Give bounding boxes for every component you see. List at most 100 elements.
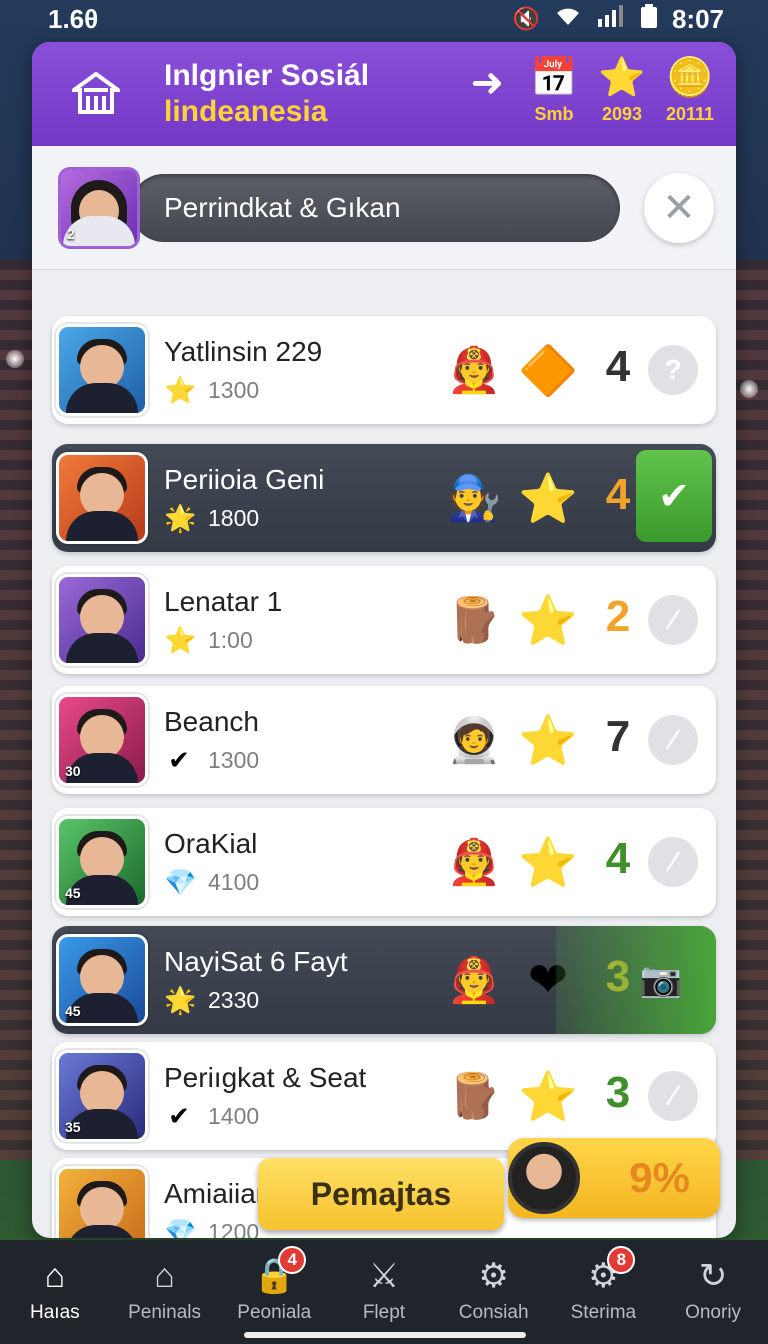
leaderboard-row[interactable]: Lenatar 1 ⭐ 1:00 🪵 ⭐ 2 ⁄ — [52, 566, 716, 674]
reward-icon: ⭐ — [518, 714, 578, 768]
player-name: Yatlinsin 229 — [164, 335, 323, 367]
header-stats: ➜ 📅 Smb ⭐ 2093 🪙 20111 — [470, 56, 718, 125]
arrow-right-icon[interactable]: ➜ — [470, 60, 504, 106]
reward-icon: ⭐ — [518, 472, 578, 526]
nav-label: Haıas — [30, 1302, 80, 1323]
rank-icon: 🌟 — [164, 984, 197, 1015]
character-icon: 🧑‍🔧 — [446, 474, 502, 523]
player-score: 1300 — [208, 746, 260, 773]
nav-label: Peninals — [128, 1302, 201, 1323]
row-action-button[interactable]: ⁄ — [648, 595, 698, 645]
player-info: NayiSat 6 Fayt 🌟 2330 — [164, 945, 444, 1016]
reward-icon: 🔶 — [518, 344, 578, 398]
nav-item[interactable]: ⌂ Peninals — [111, 1256, 219, 1344]
rank-icon: 💎 — [164, 1216, 197, 1239]
nav-item[interactable]: ⚔ Flept — [330, 1256, 438, 1344]
player-score: 1:00 — [208, 626, 253, 653]
close-button[interactable]: ✕ — [644, 172, 714, 243]
nav-item[interactable]: ⚙ Sterima 8 — [549, 1246, 657, 1344]
player-name: Beanch — [164, 705, 259, 737]
cta-button[interactable]: Pemajtas — [258, 1158, 504, 1230]
player-avatar[interactable]: 45 — [56, 934, 148, 1026]
player-score: 4100 — [208, 868, 260, 895]
leaderboard-row[interactable]: Periioia Geni 🌟 1800 🧑‍🔧 ⭐ 4 ✔ — [52, 444, 716, 552]
player-info: Beanch ✔ 1300 — [164, 705, 444, 776]
row-action-button[interactable]: 📷 — [556, 926, 716, 1034]
player-avatar[interactable] — [56, 574, 148, 666]
player-avatar[interactable] — [56, 452, 148, 544]
home-indicator[interactable] — [244, 1332, 526, 1338]
player-sub: ⭐ 1:00 — [164, 625, 444, 656]
leaderboard-row[interactable]: 45 OraKial 💎 4100 🧑‍🚒 ⭐ 4 ⁄ — [52, 808, 716, 916]
promo-avatar — [508, 1142, 580, 1214]
nav-item[interactable]: ⚙ Consiah — [440, 1256, 548, 1344]
row-action-button[interactable]: ⁄ — [648, 837, 698, 887]
player-avatar[interactable]: 45 — [56, 816, 148, 908]
nav-item[interactable]: ↻ Onoriy — [659, 1256, 767, 1344]
home-button[interactable] — [66, 64, 126, 124]
reward-icon: ⭐ — [518, 1070, 578, 1124]
avatar-body — [66, 1225, 138, 1238]
row-action-button[interactable]: ⁄ — [648, 715, 698, 765]
stadium-home-icon — [72, 72, 120, 114]
notification-badge: 8 — [607, 1246, 636, 1274]
header-title: Inlgnier Sosiál — [164, 59, 370, 92]
character-icon: 🪵 — [446, 1072, 502, 1121]
player-info: OraKial 💎 4100 — [164, 827, 444, 898]
rank-icon: ✔ — [168, 1100, 190, 1131]
panel-header: Inlgnier Sosiál lindeanesia ➜ 📅 Smb ⭐ 20… — [32, 42, 736, 146]
player-name: OraKial — [164, 827, 258, 859]
leaderboard-row[interactable]: 45 NayiSat 6 Fayt 🌟 2330 🧑‍🚒 ❤ 3 📷 — [52, 926, 716, 1034]
nav-item[interactable]: ⌂ Haıas — [1, 1256, 109, 1344]
player-info: Periioia Geni 🌟 1800 — [164, 463, 444, 534]
calendar-icon: 📅 — [530, 57, 578, 99]
user-avatar[interactable]: 2 — [58, 166, 140, 249]
nav-item[interactable]: 🔒 Peoniala 4 — [220, 1246, 328, 1344]
stat-value: Smb — [534, 104, 574, 124]
notification-badge: 4 — [278, 1246, 307, 1274]
reward-icon: ⭐ — [518, 594, 578, 648]
player-avatar[interactable]: 3 — [56, 1166, 148, 1238]
row-action-button[interactable]: ⁄ — [648, 1071, 698, 1121]
character-icon: 🧑‍🚒 — [446, 956, 502, 1005]
player-avatar[interactable] — [56, 324, 148, 416]
player-score: 1800 — [208, 504, 260, 531]
header-titles: Inlgnier Sosiál lindeanesia — [164, 58, 369, 130]
row-action-button[interactable]: ✔ — [636, 450, 712, 542]
rank-icon: 🌟 — [164, 502, 197, 533]
player-avatar[interactable]: 30 — [56, 694, 148, 786]
rank-icon: ⭐ — [164, 374, 197, 405]
leaderboard-row[interactable]: Yatlinsin 229 ⭐ 1300 🧑‍🚒 🔶 4 ? — [52, 316, 716, 424]
gear-icon: ⚙ — [478, 1257, 509, 1295]
stat-calendar[interactable]: 📅 Smb — [526, 56, 582, 125]
star-icon: ⭐ — [598, 57, 646, 99]
player-name: Lenatar 1 — [164, 585, 283, 617]
stat-coins[interactable]: 🪙 20111 — [662, 56, 718, 125]
avatar-body — [66, 511, 138, 541]
player-name: NayiSat 6 Fayt — [164, 945, 348, 977]
promo-banner[interactable]: 9% — [508, 1138, 720, 1218]
player-avatar[interactable]: 35 — [56, 1050, 148, 1142]
signal-icon — [596, 5, 626, 33]
search-input[interactable]: Perrindkat & Gıkan — [130, 173, 620, 242]
reward-icon: ⭐ — [518, 836, 578, 890]
promo-value: 9% — [629, 1154, 690, 1201]
stat-stars[interactable]: ⭐ 2093 — [594, 56, 650, 125]
player-sub: ✔ 1400 — [164, 1101, 444, 1132]
stat-value: 20111 — [665, 104, 715, 124]
player-name: Periıgkat & Seat — [164, 1061, 367, 1093]
player-sub: ✔ 1300 — [164, 745, 444, 776]
rank-icon: 💎 — [164, 866, 197, 897]
leaderboard-row[interactable]: 35 Periıgkat & Seat ✔ 1400 🪵 ⭐ 3 ⁄ — [52, 1042, 716, 1150]
leaderboard-panel: Inlgnier Sosiál lindeanesia ➜ 📅 Smb ⭐ 20… — [32, 42, 736, 1238]
battery-icon — [640, 4, 658, 34]
nav-label: Peoniala — [237, 1302, 312, 1323]
leaderboard-row[interactable]: 30 Beanch ✔ 1300 🧑‍🚀 ⭐ 7 ⁄ — [52, 686, 716, 794]
stat-value: 2093 — [601, 104, 643, 124]
avatar-body — [66, 383, 138, 413]
nav-label: Consiah — [458, 1302, 529, 1323]
nav-label: Sterima — [570, 1302, 637, 1323]
row-action-button[interactable]: ? — [648, 345, 698, 395]
avatar-level: 2 — [67, 225, 75, 242]
player-name: Periioia Geni — [164, 463, 325, 495]
